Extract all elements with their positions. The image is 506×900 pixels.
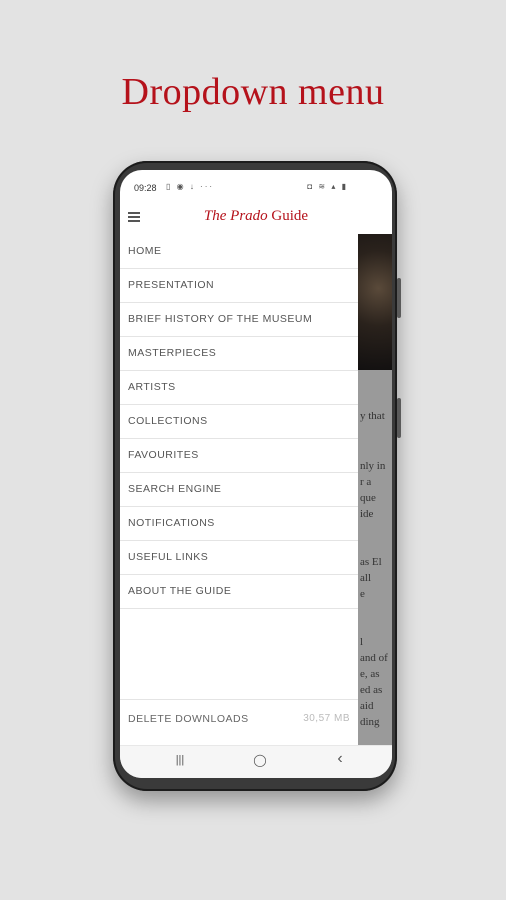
menu-item-label: ABOUT THE GUIDE <box>128 585 232 597</box>
menu-item-label: MASTERPIECES <box>128 347 217 359</box>
background-content: y that nly in r a que ide as El all e l … <box>358 234 392 745</box>
menu-item-collections[interactable]: COLLECTIONS <box>120 404 358 439</box>
background-text-line: r a <box>360 476 372 488</box>
menu-item-masterpieces[interactable]: MASTERPIECES <box>120 336 358 371</box>
background-text-line: e <box>360 588 365 600</box>
phone-screen: 09:28 ▯ ◉ ↓ ··· ◘ ≋ ▴ ▮ The Prado Guide … <box>120 170 392 778</box>
menu-item-about-the-guide[interactable]: ABOUT THE GUIDE <box>120 574 358 609</box>
notification-icons: ▯ ◉ ↓ ··· <box>166 182 215 191</box>
menu-item-presentation[interactable]: PRESENTATION <box>120 268 358 303</box>
menu-item-artists[interactable]: ARTISTS <box>120 370 358 405</box>
background-text-line: l <box>360 636 364 648</box>
menu-item-search-engine[interactable]: SEARCH ENGINE <box>120 472 358 507</box>
menu-item-label: SEARCH ENGINE <box>128 483 222 495</box>
menu-item-label: HOME <box>128 245 162 257</box>
background-text-line: as El <box>360 556 382 568</box>
home-icon[interactable]: ◯ <box>245 753 275 773</box>
background-text-line: ed as <box>360 684 383 696</box>
menu-item-label: NOTIFICATIONS <box>128 517 215 529</box>
background-text-line: nly in <box>360 460 386 472</box>
background-text-line: all <box>360 572 371 584</box>
back-icon[interactable]: ‹ <box>325 750 355 770</box>
recents-icon[interactable]: ||| <box>165 754 195 774</box>
phone-side-button <box>397 398 401 438</box>
background-text-line: e, as <box>360 668 380 680</box>
background-artwork-image <box>358 234 392 370</box>
menu-item-label: COLLECTIONS <box>128 415 208 427</box>
system-icons: ◘ ≋ ▴ ▮ <box>307 182 348 191</box>
background-text-line: que <box>360 492 376 504</box>
menu-item-home[interactable]: HOME <box>120 234 358 269</box>
downloads-size: 30,57 MB <box>303 713 350 724</box>
menu-item-useful-links[interactable]: USEFUL LINKS <box>120 540 358 575</box>
background-text-line: and of <box>360 652 388 664</box>
background-text-line: ide <box>360 508 374 520</box>
brand-regular: Guide <box>267 208 309 224</box>
background-text-line: ding <box>360 716 380 728</box>
status-bar: 09:28 ▯ ◉ ↓ ··· ◘ ≋ ▴ ▮ <box>120 170 392 200</box>
app-logo: The Prado Guide <box>120 208 392 225</box>
menu-item-label: USEFUL LINKS <box>128 551 209 563</box>
navigation-drawer: HOME PRESENTATION BRIEF HISTORY OF THE M… <box>120 234 358 745</box>
background-text-line: y that <box>360 410 385 422</box>
menu-item-notifications[interactable]: NOTIFICATIONS <box>120 506 358 541</box>
brand-italic: The Prado <box>203 208 268 224</box>
menu-item-favourites[interactable]: FAVOURITES <box>120 438 358 473</box>
background-text-line: aid <box>360 700 374 712</box>
menu-item-label: FAVOURITES <box>128 449 199 461</box>
status-time: 09:28 <box>134 183 157 193</box>
menu-item-label: BRIEF HISTORY OF THE MUSEUM <box>128 313 313 325</box>
app-bar: The Prado Guide <box>120 200 392 235</box>
menu-item-label: ARTISTS <box>128 381 176 393</box>
page-headline: Dropdown menu <box>121 71 385 113</box>
delete-downloads-label: DELETE DOWNLOADS <box>128 713 249 725</box>
phone-side-button <box>397 278 401 318</box>
delete-downloads-button[interactable]: DELETE DOWNLOADS 30,57 MB <box>120 699 358 734</box>
menu-item-brief-history[interactable]: BRIEF HISTORY OF THE MUSEUM <box>120 302 358 337</box>
system-navigation-bar: ||| ◯ ‹ <box>120 745 392 778</box>
menu-item-label: PRESENTATION <box>128 279 215 291</box>
